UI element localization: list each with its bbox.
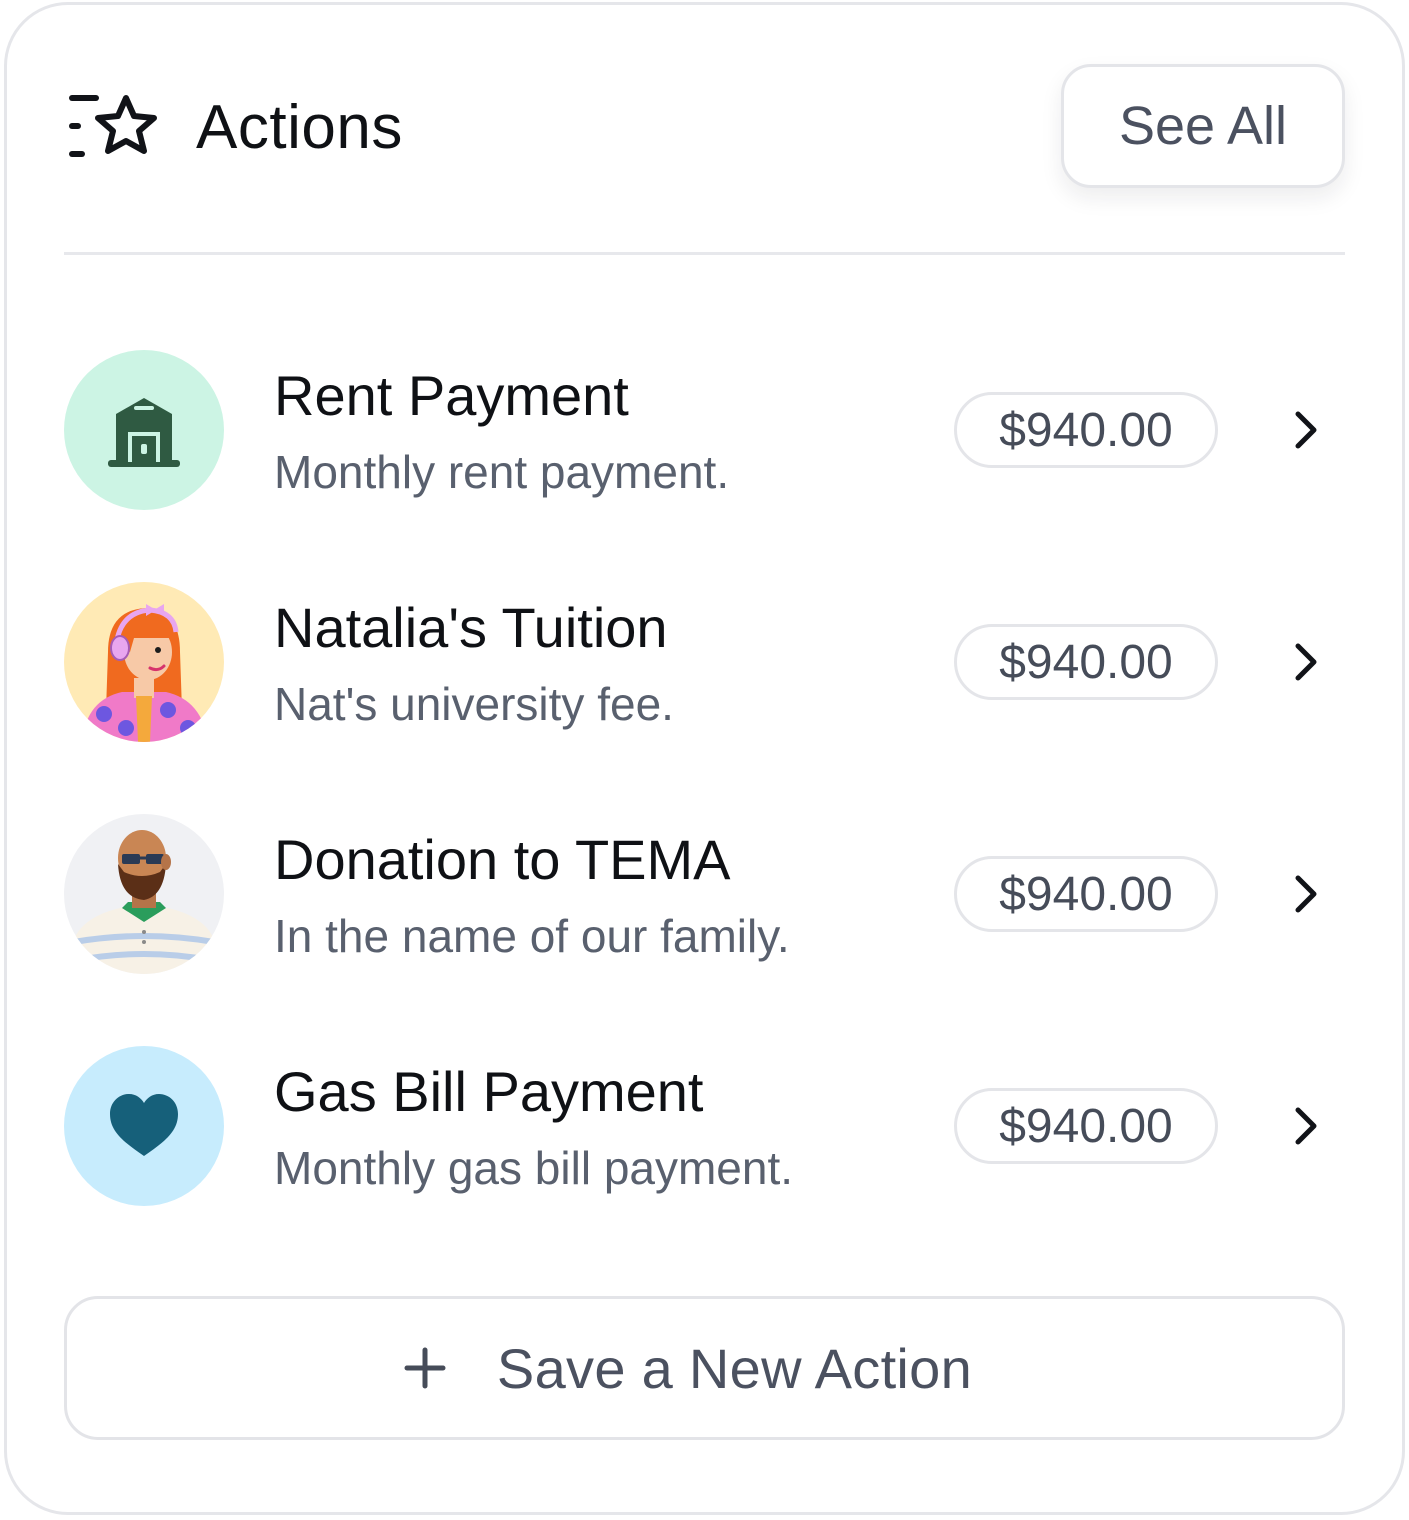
chevron-right-icon[interactable] [1284, 1104, 1328, 1148]
amount-badge: $940.00 [954, 1088, 1218, 1164]
action-row-donation-to-tema[interactable]: Donation to TEMA In the name of our fami… [64, 812, 1345, 976]
action-title: Donation to TEMA [274, 828, 731, 891]
action-row-rent-payment[interactable]: Rent Payment Monthly rent payment. $940.… [64, 348, 1345, 512]
page-title: Actions [196, 93, 403, 162]
action-title: Rent Payment [274, 364, 629, 427]
star-list-icon [69, 95, 157, 157]
see-all-button[interactable]: See All [1061, 64, 1345, 188]
heart-avatar [64, 1046, 224, 1206]
save-new-action-button[interactable]: Save a New Action [64, 1296, 1345, 1440]
action-subtitle: In the name of our family. [274, 910, 790, 962]
house-avatar [64, 350, 224, 510]
action-subtitle: Monthly rent payment. [274, 446, 730, 498]
action-row-gas-bill-payment[interactable]: Gas Bill Payment Monthly gas bill paymen… [64, 1044, 1345, 1208]
house-icon [108, 398, 180, 467]
chevron-right-icon[interactable] [1284, 872, 1328, 916]
action-title: Gas Bill Payment [274, 1060, 704, 1123]
man-avatar [64, 814, 224, 974]
woman-with-headphones-avatar [82, 604, 208, 742]
action-title: Natalia's Tuition [274, 596, 668, 659]
actions-card [4, 2, 1405, 1515]
amount-badge: $940.00 [954, 624, 1218, 700]
save-new-action-label: Save a New Action [496, 1336, 973, 1400]
chevron-right-icon[interactable] [1284, 640, 1328, 684]
action-row-natalias-tuition[interactable]: Natalia's Tuition Nat's university fee. … [64, 580, 1345, 744]
plus-icon [404, 1347, 446, 1389]
heart-icon [110, 1094, 178, 1156]
woman-avatar [64, 582, 224, 742]
header-divider [64, 252, 1345, 255]
action-subtitle: Monthly gas bill payment. [274, 1142, 794, 1194]
chevron-right-icon[interactable] [1284, 408, 1328, 452]
bearded-man-avatar [72, 830, 216, 974]
amount-badge: $940.00 [954, 392, 1218, 468]
action-subtitle: Nat's university fee. [274, 678, 674, 730]
amount-badge: $940.00 [954, 856, 1218, 932]
actions-header: Actions See All [64, 62, 1345, 192]
